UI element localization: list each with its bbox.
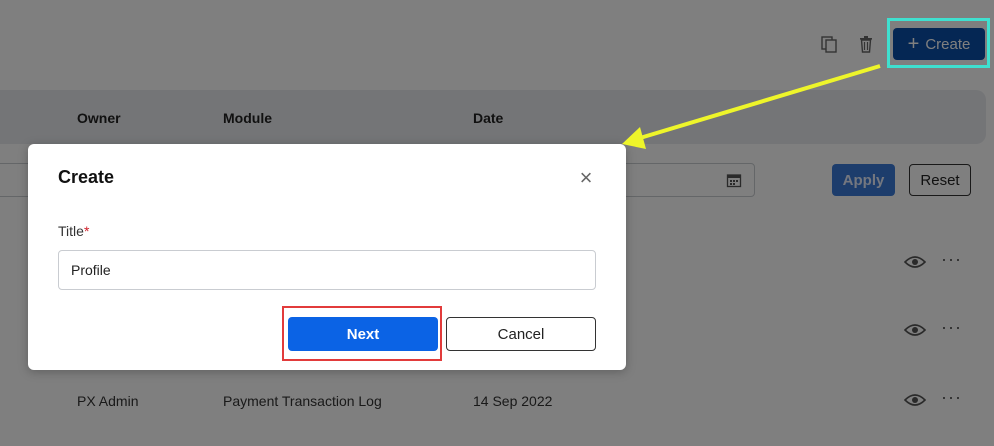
cancel-button[interactable]: Cancel bbox=[446, 317, 596, 351]
title-input[interactable] bbox=[58, 250, 596, 290]
next-button[interactable]: Next bbox=[288, 317, 438, 351]
title-label-text: Title bbox=[58, 223, 84, 239]
title-field-label: Title* bbox=[58, 223, 89, 239]
create-dialog: Create × Title* Next Cancel bbox=[28, 144, 626, 370]
close-icon[interactable]: × bbox=[576, 167, 596, 189]
dialog-title: Create bbox=[58, 167, 115, 187]
required-mark: * bbox=[83, 223, 90, 239]
